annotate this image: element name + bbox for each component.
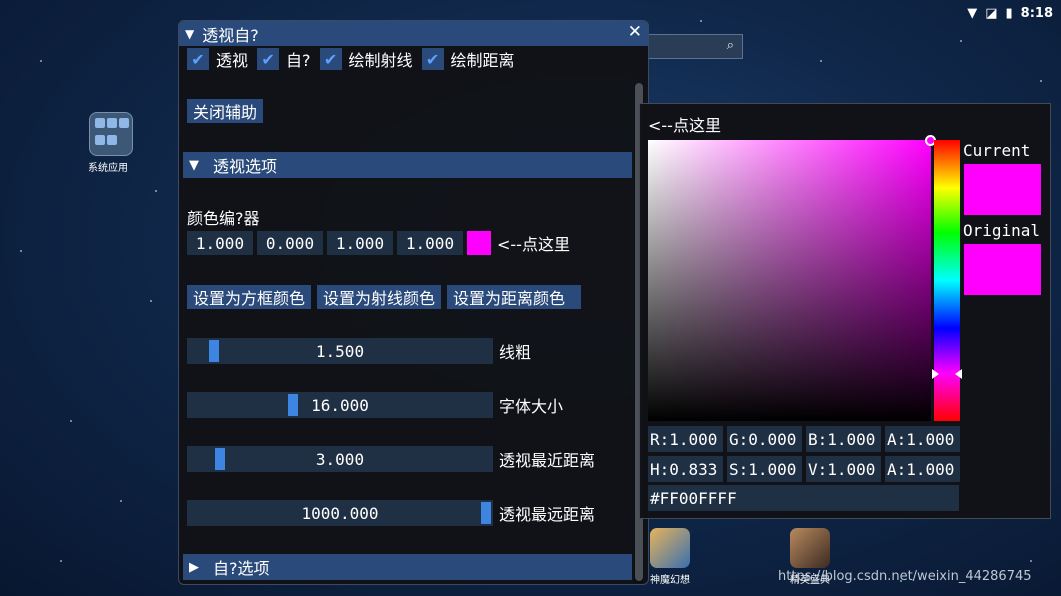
rgba-fields: R:1.000 G:0.000 B:1.000 A:1.000 — [648, 426, 964, 452]
color-r-input[interactable]: 1.000 — [187, 231, 253, 255]
header-label: 自?选项 — [213, 559, 270, 578]
close-assist-button[interactable]: 关闭辅助 — [187, 99, 264, 123]
set-box-color-button[interactable]: 设置为方框颜色 — [187, 285, 312, 309]
hsva-fields: H:0.833 S:1.000 V:1.000 A:1.000 — [648, 456, 964, 482]
app-folder-icon — [89, 112, 133, 156]
header-label: 透视选项 — [213, 157, 278, 176]
slider-value: 1.500 — [315, 341, 365, 361]
esp-options-header[interactable]: ▼ 透视选项 — [183, 152, 632, 178]
saturation-field[interactable]: S:1.000 — [727, 456, 802, 482]
set-distance-color-button[interactable]: 设置为距离颜色 — [447, 285, 582, 309]
alpha-field[interactable]: A:1.000 — [885, 456, 960, 482]
font-size-slider[interactable]: 16.000 — [187, 392, 493, 418]
esp-window[interactable]: ▼ 透视自? ✕ ✔ 透视 ✔ 自? ✔ 绘制射线 ✔ 绘制距离 关闭辅助 ▼ … — [178, 20, 649, 585]
slider-row: 16.000 字体大小 — [187, 392, 563, 418]
red-field[interactable]: R:1.000 — [648, 426, 723, 452]
close-icon[interactable]: ✕ — [628, 22, 642, 42]
self-options-header[interactable]: ▶ 自?选项 — [183, 554, 632, 580]
set-color-buttons-row: 设置为方框颜色 设置为射线颜色 设置为距离颜色 — [187, 285, 582, 309]
slider-row: 3.000 透视最近距离 — [187, 446, 595, 472]
hue-field[interactable]: H:0.833 — [648, 456, 723, 482]
slider-grab[interactable] — [481, 502, 491, 524]
window-titlebar[interactable]: ▼ 透视自? ✕ — [179, 21, 648, 46]
no-signal-icon: ◪ — [985, 5, 998, 21]
checkbox-draw-distance[interactable]: ✔ 绘制距离 — [421, 47, 515, 71]
checkbox-self[interactable]: ✔ 自? — [257, 47, 311, 71]
app-label: 系统应用 — [88, 163, 128, 174]
saturation-value-square[interactable] — [648, 135, 936, 421]
min-distance-slider[interactable]: 3.000 — [187, 446, 493, 472]
checkbox-esp[interactable]: ✔ 透视 — [187, 47, 248, 71]
checkbox-draw-lines[interactable]: ✔ 绘制射线 — [319, 47, 413, 71]
slider-value: 3.000 — [315, 449, 365, 469]
slider-grab[interactable] — [209, 340, 219, 362]
picker-title: <--点这里 — [648, 116, 721, 135]
original-color-swatch[interactable] — [964, 244, 1041, 295]
checkmark-icon[interactable]: ✔ — [257, 48, 280, 70]
max-distance-slider[interactable]: 1000.000 — [187, 500, 493, 526]
hex-field[interactable]: #FF00FFFF — [648, 485, 959, 511]
system-apps-icon[interactable]: 系统应用 — [86, 112, 136, 174]
green-field[interactable]: G:0.000 — [727, 426, 802, 452]
app-label: 神魔幻想 — [650, 575, 690, 586]
desktop-search-box[interactable]: ⌕ — [648, 34, 743, 59]
game-icon — [790, 528, 830, 568]
set-line-color-button[interactable]: 设置为射线颜色 — [317, 285, 442, 309]
search-icon: ⌕ — [726, 38, 734, 53]
assist-row: 关闭辅助 — [187, 99, 264, 123]
color-hint: <--点这里 — [497, 235, 570, 254]
color-editor-row: 1.000 0.000 1.000 1.000 <--点这里 — [187, 231, 570, 255]
battery-icon: ▮ — [1005, 5, 1013, 21]
value-field[interactable]: V:1.000 — [806, 456, 881, 482]
slider-value: 16.000 — [311, 395, 369, 415]
color-g-input[interactable]: 0.000 — [257, 231, 323, 255]
slider-value: 1000.000 — [301, 503, 379, 523]
slider-label: 透视最近距离 — [499, 451, 596, 470]
color-b-input[interactable]: 1.000 — [327, 231, 393, 255]
collapsed-arrow-icon: ▶ — [189, 559, 199, 575]
hue-marker-left-icon[interactable] — [932, 369, 939, 379]
color-editor-label: 颜色编?器 — [187, 209, 260, 228]
slider-grab[interactable] — [288, 394, 298, 416]
dock-app-1[interactable]: 神魔幻想 — [648, 528, 692, 586]
blue-field[interactable]: B:1.000 — [806, 426, 881, 452]
checkbox-row: ✔ 透视 ✔ 自? ✔ 绘制射线 ✔ 绘制距离 — [187, 47, 524, 71]
color-a-input[interactable]: 1.000 — [397, 231, 463, 255]
hue-marker-right-icon[interactable] — [955, 369, 962, 379]
checkbox-label: 透视 — [216, 51, 249, 70]
slider-grab[interactable] — [215, 448, 225, 470]
slider-label: 透视最远距离 — [499, 505, 596, 524]
alpha-field[interactable]: A:1.000 — [885, 426, 960, 452]
slider-label: 字体大小 — [499, 397, 564, 416]
checkbox-label: 绘制距离 — [450, 51, 515, 70]
color-editor-label-row: 颜色编?器 — [187, 205, 260, 229]
slider-row: 1000.000 透视最远距离 — [187, 500, 595, 526]
watermark: https://blog.csdn.net/weixin_44286745 — [778, 569, 1032, 584]
checkbox-label: 自? — [286, 51, 311, 70]
slider-row: 1.500 线粗 — [187, 338, 531, 364]
current-color-swatch — [964, 164, 1041, 215]
clock: 8:18 — [1020, 5, 1053, 21]
status-bar: ▼ ◪ ▮ 8:18 — [967, 0, 1061, 26]
hue-bar[interactable] — [932, 140, 962, 421]
wifi-icon: ▼ — [967, 5, 978, 21]
expanded-arrow-icon: ▼ — [189, 157, 199, 173]
color-picker-popup[interactable]: <--点这里 Current Original R:1.000 G:0.000 … — [639, 103, 1051, 519]
original-label: Original — [963, 221, 1041, 240]
line-width-slider[interactable]: 1.500 — [187, 338, 493, 364]
collapse-icon[interactable]: ▼ — [185, 27, 194, 41]
color-swatch[interactable] — [467, 231, 491, 255]
checkmark-icon[interactable]: ✔ — [187, 48, 209, 70]
slider-label: 线粗 — [499, 343, 532, 362]
current-label: Current — [963, 141, 1031, 160]
checkbox-label: 绘制射线 — [348, 51, 413, 70]
checkmark-icon[interactable]: ✔ — [421, 48, 444, 70]
window-title: 透视自? — [202, 25, 259, 45]
checkmark-icon[interactable]: ✔ — [319, 48, 342, 70]
game-icon — [650, 528, 690, 568]
